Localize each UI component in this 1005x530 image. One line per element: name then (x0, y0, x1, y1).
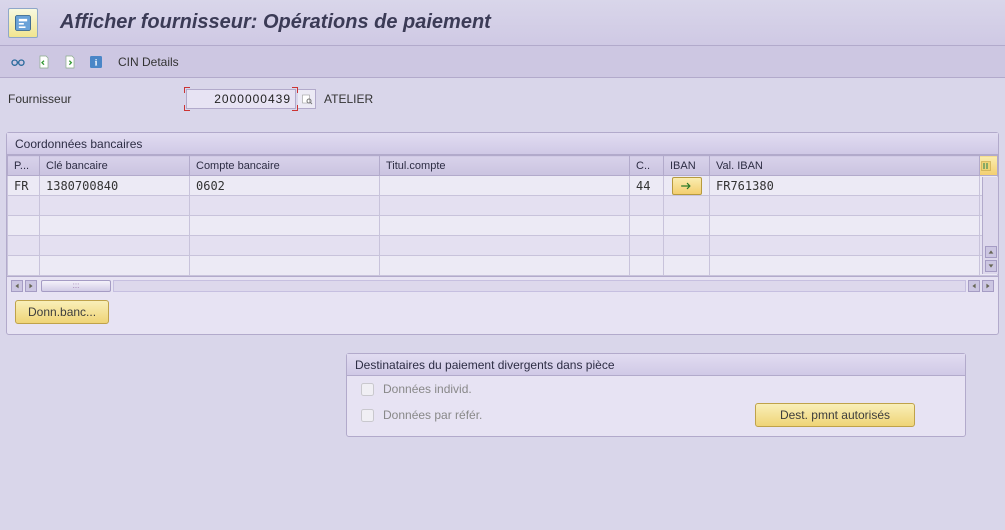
table-row[interactable] (8, 236, 998, 256)
bank-data-button[interactable]: Donn.banc... (15, 300, 109, 324)
cell-account[interactable]: 0602 (190, 176, 380, 196)
scroll-right-icon[interactable] (25, 280, 37, 292)
bank-groupbox: Coordonnées bancaires P... Clé bancaire … (6, 132, 999, 335)
scroll-down-icon[interactable] (985, 260, 997, 272)
horizontal-scrollbar[interactable]: ::: (7, 276, 998, 294)
toolbar: i CIN Details (0, 46, 1005, 78)
cell-ctrl[interactable]: 44 (630, 176, 664, 196)
cin-details-button[interactable]: CIN Details (114, 53, 183, 71)
scroll-up-icon[interactable] (985, 246, 997, 258)
cell-country[interactable]: FR (8, 176, 40, 196)
title-bar: Afficher fournisseur: Opérations de paie… (0, 0, 1005, 46)
svg-text:i: i (95, 58, 98, 68)
bank-table: P... Clé bancaire Compte bancaire Titul.… (7, 155, 998, 294)
next-page-icon[interactable] (60, 52, 80, 72)
col-country[interactable]: P... (8, 156, 40, 176)
by-ref-label: Données par référ. (383, 408, 482, 422)
vendor-row: Fournisseur ATELIER (8, 86, 999, 112)
page-title: Afficher fournisseur: Opérations de paie… (60, 11, 491, 34)
iban-arrow-icon[interactable] (672, 177, 702, 195)
scroll-right-end-icon[interactable] (982, 280, 994, 292)
col-iban-val[interactable]: Val. IBAN (710, 156, 980, 176)
table-row[interactable] (8, 196, 998, 216)
vendor-code-input[interactable] (186, 89, 296, 109)
scroll-thumb[interactable]: ::: (41, 280, 111, 292)
col-iban-btn[interactable]: IBAN (664, 156, 710, 176)
info-icon[interactable]: i (86, 52, 106, 72)
authorized-dest-button[interactable]: Dest. pmnt autorisés (755, 403, 915, 427)
col-account[interactable]: Compte bancaire (190, 156, 380, 176)
col-ctrl[interactable]: C.. (630, 156, 664, 176)
table-header-row: P... Clé bancaire Compte bancaire Titul.… (8, 156, 998, 176)
table-row[interactable]: FR 1380700840 0602 44 FR761380 (8, 176, 998, 196)
table-config-icon[interactable] (980, 156, 998, 176)
bank-group-title: Coordonnées bancaires (7, 133, 998, 155)
col-holder[interactable]: Titul.compte (380, 156, 630, 176)
app-icon (8, 8, 38, 38)
individual-label: Données individ. (383, 382, 472, 396)
vendor-code-field-wrap (186, 89, 296, 109)
table-row[interactable] (8, 216, 998, 236)
prev-page-icon[interactable] (34, 52, 54, 72)
col-bank-key[interactable]: Clé bancaire (40, 156, 190, 176)
divergent-groupbox: Destinataires du paiement divergents dan… (346, 353, 966, 437)
individual-checkbox[interactable] (361, 383, 374, 396)
vendor-name: ATELIER (324, 92, 373, 106)
by-ref-checkbox[interactable] (361, 409, 374, 422)
cell-bank-key[interactable]: 1380700840 (40, 176, 190, 196)
matchcode-icon[interactable] (298, 89, 316, 109)
cell-holder[interactable] (380, 176, 630, 196)
divergent-title: Destinataires du paiement divergents dan… (347, 354, 965, 376)
table-row[interactable] (8, 256, 998, 276)
scroll-left-end-icon[interactable] (968, 280, 980, 292)
vendor-label: Fournisseur (8, 92, 184, 106)
cell-iban-val[interactable]: FR761380 (710, 176, 980, 196)
vertical-scrollbar[interactable] (982, 177, 998, 274)
scroll-left-icon[interactable] (11, 280, 23, 292)
glasses-icon[interactable] (8, 52, 28, 72)
